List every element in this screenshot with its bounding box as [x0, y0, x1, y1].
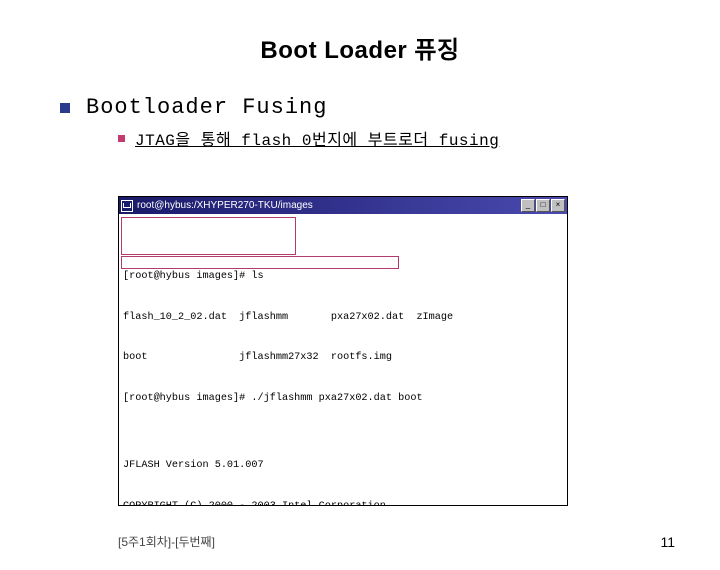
- highlight-box-2: [121, 256, 399, 269]
- footer-label: [5주1회차]-[두번째]: [118, 533, 215, 550]
- level1-text: Bootloader Fusing: [86, 95, 327, 120]
- terminal-line: COPYRIGHT (C) 2000 - 2003 Intel Corporat…: [123, 500, 563, 506]
- page-number: 11: [660, 534, 675, 550]
- bullet-level1: Bootloader Fusing: [60, 95, 720, 120]
- terminal-line: [root@hybus images]# ./jflashmm pxa27x02…: [123, 392, 563, 406]
- maximize-button[interactable]: □: [536, 199, 550, 212]
- square-bullet-small-icon: [118, 135, 125, 142]
- slide-title: Boot Loader 퓨징: [0, 30, 720, 65]
- window-title: root@hybus:/XHYPER270-TKU/images: [137, 200, 521, 211]
- bullet-level2: JTAG을 통해 flash 0번지에 부트로더 fusing: [118, 126, 720, 150]
- terminal-icon: [121, 200, 133, 212]
- minimize-button[interactable]: _: [521, 199, 535, 212]
- level2-text: JTAG을 통해 flash 0번지에 부트로더 fusing: [135, 126, 499, 150]
- terminal-line: flash_10_2_02.dat jflashmm pxa27x02.dat …: [123, 311, 563, 325]
- terminal-line: boot jflashmm27x32 rootfs.img: [123, 351, 563, 365]
- terminal-output: [root@hybus images]# ls flash_10_2_02.da…: [119, 214, 567, 505]
- terminal-line: [root@hybus images]# ls: [123, 270, 563, 284]
- close-button[interactable]: ×: [551, 199, 565, 212]
- square-bullet-icon: [60, 103, 70, 113]
- terminal-line: JFLASH Version 5.01.007: [123, 459, 563, 473]
- terminal-window: root@hybus:/XHYPER270-TKU/images _ □ × […: [118, 196, 568, 506]
- window-titlebar: root@hybus:/XHYPER270-TKU/images _ □ ×: [119, 197, 567, 214]
- highlight-box-1: [121, 217, 296, 255]
- window-controls: _ □ ×: [521, 199, 565, 212]
